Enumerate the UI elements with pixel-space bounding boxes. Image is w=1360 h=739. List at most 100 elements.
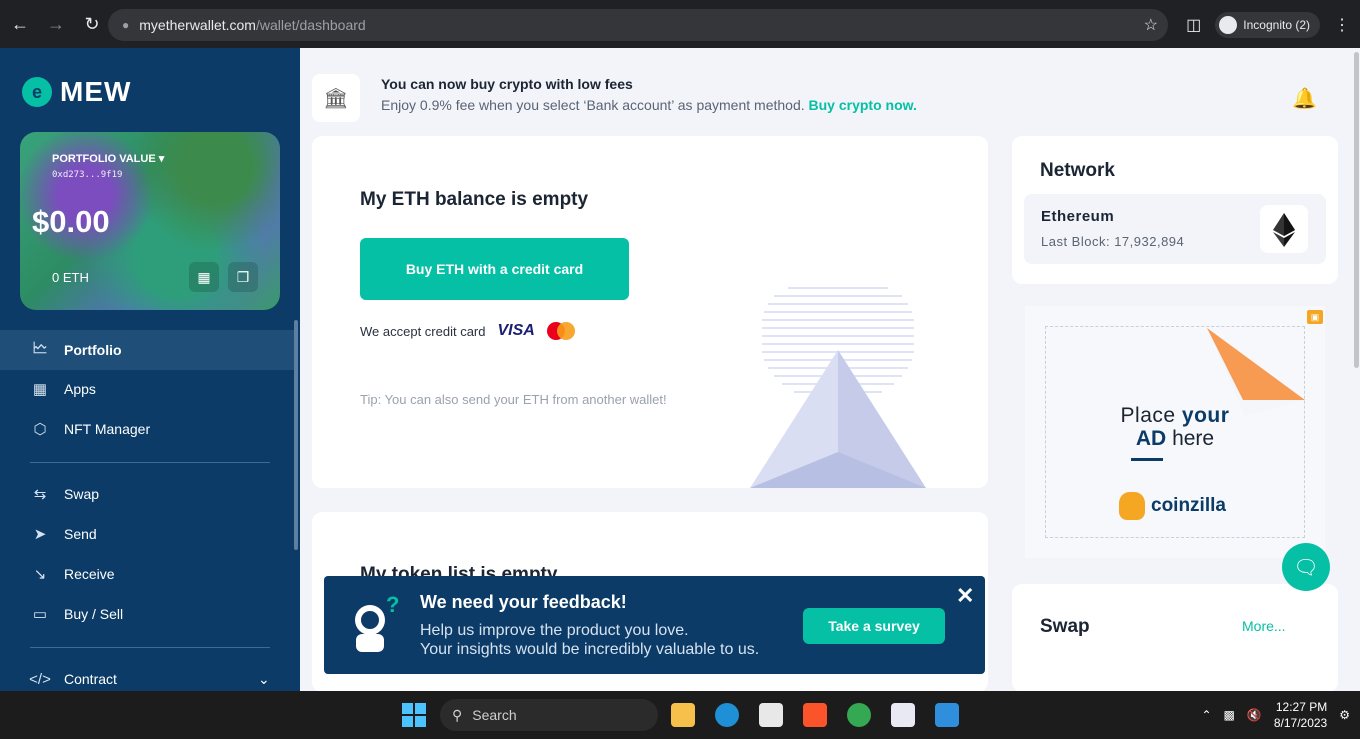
clock-date: 8/17/2023 bbox=[1273, 716, 1328, 730]
file-explorer-icon[interactable] bbox=[671, 703, 695, 727]
network-title: Network bbox=[1040, 160, 1115, 181]
snipping-tool-icon[interactable] bbox=[891, 703, 915, 727]
volume-muted-icon[interactable]: 🔇 bbox=[1247, 708, 1262, 722]
store-icon[interactable] bbox=[759, 703, 783, 727]
network-selector[interactable]: Ethereum Last Block: 17,932,894 bbox=[1024, 194, 1326, 264]
feedback-popup: ? We need your feedback! Help us improve… bbox=[324, 576, 985, 674]
swap-more-link[interactable]: More... bbox=[1242, 618, 1286, 634]
sidebar-item-nft-manager[interactable]: ⬡ NFT Manager bbox=[0, 409, 294, 449]
photos-icon[interactable] bbox=[935, 703, 959, 727]
grid-icon: ▦ bbox=[32, 381, 48, 398]
sidebar-scrollbar[interactable] bbox=[294, 320, 298, 550]
coinzilla-text: coinzilla bbox=[1151, 495, 1226, 516]
incognito-icon bbox=[1219, 16, 1238, 34]
sidebar-item-swap[interactable]: ⇆ Swap bbox=[0, 474, 294, 514]
sidebar-item-label: Swap bbox=[64, 486, 100, 502]
buy-crypto-link[interactable]: Buy crypto now. bbox=[809, 97, 917, 113]
chevron-up-icon[interactable]: ⌃ bbox=[1201, 708, 1211, 722]
chrome-icon[interactable] bbox=[847, 703, 871, 727]
sidebar-divider bbox=[30, 647, 270, 648]
astronaut-icon: ? bbox=[355, 592, 399, 652]
ad-line-1: Place your bbox=[1120, 404, 1230, 427]
profile-label: Incognito (2) bbox=[1243, 18, 1310, 32]
system-tray: ⌃ ▩ 🔇 12:27 PM 8/17/2023 ⚙ bbox=[1201, 699, 1350, 731]
sidebar-item-portfolio[interactable]: 🗠 Portfolio bbox=[0, 330, 294, 370]
sidebar-item-receive[interactable]: ↘ Receive bbox=[0, 554, 294, 594]
swap-icon: ⇆ bbox=[33, 486, 47, 503]
accepted-cards: We accept credit card VISA bbox=[360, 322, 577, 340]
banner-subtitle: Enjoy 0.9% fee when you select ‘Bank acc… bbox=[381, 97, 917, 113]
bank-icon: 🏛 bbox=[312, 74, 360, 122]
ad-banner[interactable]: ▣ Place your AD here coinzilla bbox=[1025, 306, 1325, 558]
display-icon[interactable]: ▩ bbox=[1224, 708, 1235, 722]
ethereum-illustration bbox=[750, 287, 926, 488]
sidebar-item-contract[interactable]: </> Contract ⌄ bbox=[0, 659, 294, 691]
sidebar-item-label: Buy / Sell bbox=[64, 606, 124, 622]
chart-icon: 🗠 bbox=[32, 339, 48, 357]
copy-icon[interactable]: ❐ bbox=[228, 262, 258, 292]
taskbar-search-label: Search bbox=[472, 707, 517, 723]
coinzilla-mascot-icon bbox=[1119, 492, 1145, 520]
card-icon: ▭ bbox=[32, 606, 48, 623]
profile-button[interactable]: Incognito (2) bbox=[1215, 12, 1320, 38]
last-block: Last Block: 17,932,894 bbox=[1041, 234, 1185, 249]
taskbar-search[interactable]: ⚲ Search bbox=[440, 699, 658, 731]
sidebar-item-label: Portfolio bbox=[64, 342, 122, 358]
close-icon[interactable]: ✕ bbox=[956, 583, 974, 609]
url-host: myetherwallet.com bbox=[139, 17, 256, 33]
portfolio-label[interactable]: PORTFOLIO VALUE ▾ bbox=[52, 152, 164, 165]
back-icon[interactable]: ← bbox=[4, 8, 36, 40]
reload-icon[interactable]: ↻ bbox=[76, 8, 108, 40]
chevron-down-icon: ⌄ bbox=[258, 670, 270, 687]
forward-icon[interactable]: → bbox=[40, 8, 72, 40]
brave-icon[interactable] bbox=[803, 703, 827, 727]
portfolio-value: $0.00 bbox=[32, 204, 110, 239]
buy-eth-button[interactable]: Buy ETH with a credit card bbox=[360, 238, 629, 300]
network-name: Ethereum bbox=[1041, 208, 1115, 225]
bell-icon[interactable]: 🔔 bbox=[1292, 86, 1317, 111]
eth-balance-card: My ETH balance is empty Buy ETH with a c… bbox=[312, 136, 988, 488]
feedback-title: We need your feedback! bbox=[420, 592, 627, 612]
sidepanel-icon[interactable]: ◫ bbox=[1186, 15, 1201, 35]
clock[interactable]: 12:27 PM 8/17/2023 bbox=[1274, 699, 1327, 731]
wallet-address: 0xd273...9f19 bbox=[52, 170, 123, 180]
mew-logo-icon: e bbox=[22, 77, 52, 107]
sidebar-divider bbox=[30, 462, 270, 463]
accept-text: We accept credit card bbox=[360, 323, 486, 339]
receive-icon: ↘ bbox=[33, 566, 47, 583]
ad-badge-icon[interactable]: ▣ bbox=[1307, 310, 1323, 324]
mastercard-logo bbox=[546, 322, 577, 340]
address-bar[interactable]: ● myetherwallet.com/wallet/dashboard ☆ bbox=[108, 9, 1168, 41]
logo-text: MEW bbox=[60, 76, 132, 107]
mew-logo[interactable]: e MEW bbox=[22, 76, 131, 108]
sidebar-item-buy-sell[interactable]: ▭ Buy / Sell bbox=[0, 594, 294, 634]
bookmark-star-icon[interactable]: ☆ bbox=[1144, 15, 1158, 35]
feedback-line-2: Your insights would be incredibly valuab… bbox=[420, 641, 760, 658]
menu-kebab-icon[interactable]: ⋮ bbox=[1334, 15, 1350, 35]
windows-taskbar: ⚲ Search ⌃ ▩ 🔇 12:27 PM 8/17/2023 ⚙ bbox=[0, 691, 1360, 739]
sidebar: e MEW PORTFOLIO VALUE ▾ 0xd273...9f19 $0… bbox=[0, 48, 300, 691]
page-scrollbar[interactable] bbox=[1352, 48, 1360, 691]
nft-icon: ⬡ bbox=[33, 421, 47, 438]
code-icon: </> bbox=[29, 670, 51, 688]
network-card: Network Ethereum Last Block: 17,932,894 bbox=[1012, 136, 1338, 284]
send-icon: ➤ bbox=[33, 526, 47, 543]
notification-icon[interactable]: ⚙ bbox=[1339, 708, 1350, 722]
qr-code-icon[interactable]: ▦ bbox=[189, 262, 219, 292]
eth-card-title: My ETH balance is empty bbox=[360, 189, 589, 210]
chat-support-icon[interactable]: 🗨 bbox=[1282, 543, 1330, 591]
portfolio-card: PORTFOLIO VALUE ▾ 0xd273...9f19 $0.00 0 … bbox=[20, 132, 280, 310]
ethereum-icon bbox=[1260, 205, 1308, 253]
swap-title: Swap bbox=[1040, 616, 1090, 637]
ad-line-2: AD here bbox=[1135, 427, 1215, 450]
windows-start-icon[interactable] bbox=[402, 703, 426, 727]
url-path: /wallet/dashboard bbox=[255, 17, 366, 33]
coinzilla-logo: coinzilla bbox=[1119, 492, 1226, 520]
swap-card: Swap More... bbox=[1012, 584, 1338, 692]
take-survey-button[interactable]: Take a survey bbox=[803, 608, 945, 644]
svg-text:?: ? bbox=[386, 592, 399, 617]
edge-icon[interactable] bbox=[715, 703, 739, 727]
sidebar-item-send[interactable]: ➤ Send bbox=[0, 514, 294, 554]
feedback-line-1: Help us improve the product you love. bbox=[420, 622, 689, 639]
sidebar-item-apps[interactable]: ▦ Apps bbox=[0, 369, 294, 409]
